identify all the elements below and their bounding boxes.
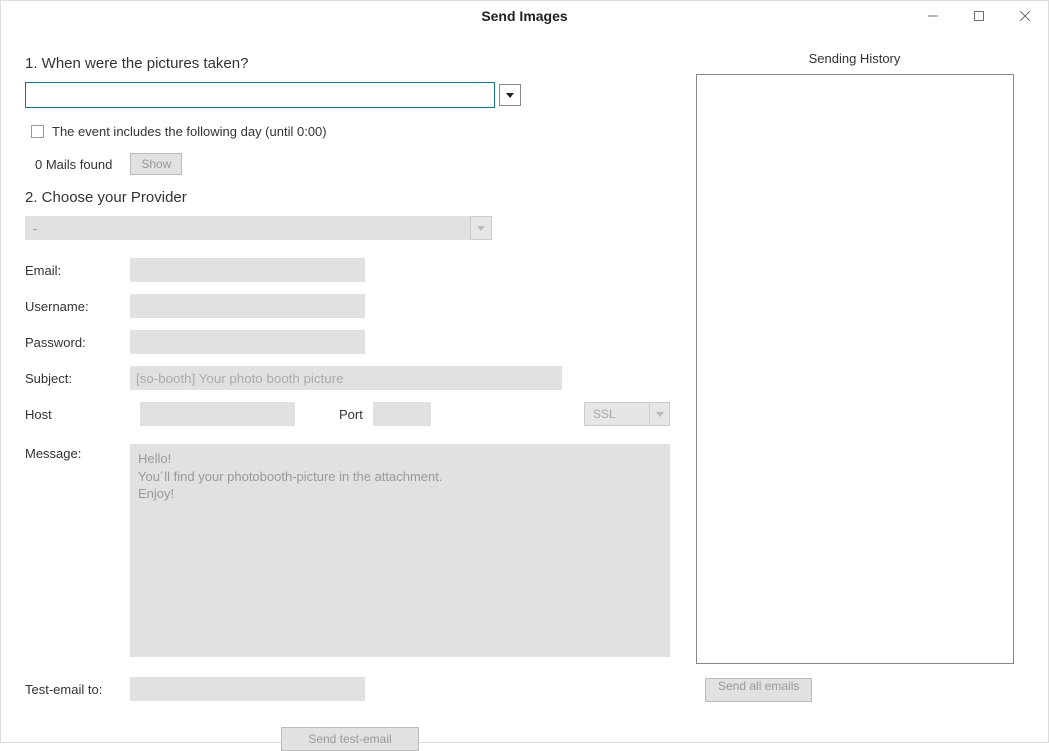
chevron-down-icon — [656, 412, 664, 417]
date-input[interactable] — [25, 82, 495, 108]
include-next-day-checkbox[interactable] — [31, 125, 44, 138]
email-label: Email: — [25, 263, 130, 278]
password-input[interactable] — [130, 330, 365, 354]
mails-found-text: 0 Mails found — [35, 157, 112, 172]
username-input[interactable] — [130, 294, 365, 318]
username-label: Username: — [25, 299, 130, 314]
ssl-value: SSL — [585, 407, 649, 421]
port-input[interactable] — [373, 402, 431, 426]
titlebar: Send Images — [1, 1, 1048, 31]
test-email-row: Test-email to: — [25, 677, 675, 701]
window-title: Send Images — [481, 8, 567, 24]
mails-found-row: 0 Mails found Show — [35, 153, 675, 175]
minimize-button[interactable] — [910, 1, 956, 31]
history-label: Sending History — [809, 51, 901, 66]
subject-label: Subject: — [25, 371, 130, 386]
ssl-select[interactable]: SSL — [584, 402, 670, 426]
chevron-down-icon — [477, 226, 485, 231]
send-test-button[interactable]: Send test-email — [281, 727, 419, 751]
ssl-dropdown-button[interactable] — [649, 403, 669, 425]
show-button[interactable]: Show — [130, 153, 182, 175]
port-label: Port — [339, 407, 363, 422]
minimize-icon — [928, 11, 938, 21]
message-row: Message: — [25, 444, 675, 657]
include-next-day-row: The event includes the following day (un… — [31, 124, 675, 139]
close-button[interactable] — [1002, 1, 1048, 31]
host-input[interactable] — [140, 402, 295, 426]
send-test-row: Send test-email — [25, 727, 675, 751]
window: Send Images 1. When were the pictures ta… — [0, 0, 1049, 743]
include-next-day-label: The event includes the following day (un… — [52, 124, 327, 139]
provider-dropdown-button[interactable] — [470, 216, 492, 240]
caret-down-icon — [506, 93, 514, 98]
message-textarea[interactable] — [130, 444, 670, 657]
close-icon — [1020, 11, 1030, 21]
content-area: 1. When were the pictures taken? The eve… — [1, 31, 1048, 742]
provider-select[interactable]: - — [25, 216, 492, 240]
password-row: Password: — [25, 330, 675, 354]
right-column: Sending History Send all emails — [675, 51, 1024, 730]
maximize-button[interactable] — [956, 1, 1002, 31]
left-column: 1. When were the pictures taken? The eve… — [25, 51, 675, 730]
host-label: Host — [25, 407, 130, 422]
send-all-button[interactable]: Send all emails — [705, 678, 812, 702]
window-controls — [910, 1, 1048, 31]
email-input[interactable] — [130, 258, 365, 282]
email-row: Email: — [25, 258, 675, 282]
section2-heading: 2. Choose your Provider — [25, 189, 675, 206]
test-email-label: Test-email to: — [25, 682, 130, 697]
date-dropdown-button[interactable] — [499, 84, 521, 106]
subject-input[interactable] — [130, 366, 562, 390]
subject-row: Subject: — [25, 366, 675, 390]
host-port-row: Host Port SSL — [25, 402, 670, 426]
section1-heading: 1. When were the pictures taken? — [25, 55, 675, 72]
username-row: Username: — [25, 294, 675, 318]
history-list[interactable] — [696, 74, 1014, 664]
date-row — [25, 82, 675, 108]
provider-value: - — [25, 221, 470, 236]
test-email-input[interactable] — [130, 677, 365, 701]
message-label: Message: — [25, 444, 130, 657]
password-label: Password: — [25, 335, 130, 350]
maximize-icon — [974, 11, 984, 21]
